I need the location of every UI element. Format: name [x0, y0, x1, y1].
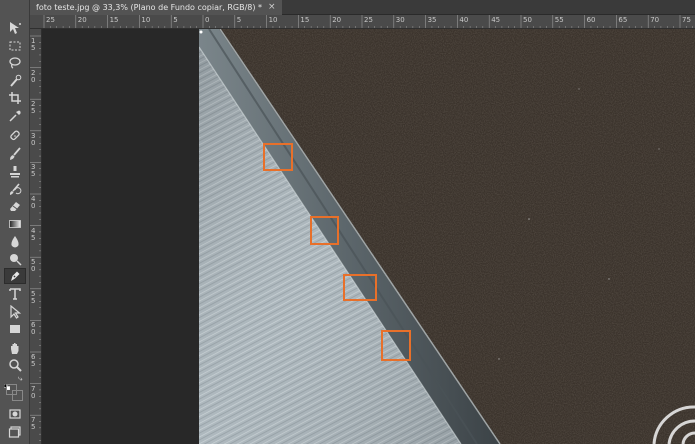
ruler-label: 6 5 — [31, 353, 36, 368]
ruler-label: 40 — [459, 16, 469, 24]
ruler-label: 5 — [173, 16, 178, 24]
path-selection-tool-icon[interactable] — [4, 304, 26, 320]
ruler-label: 1 5 — [31, 37, 36, 52]
document-tab-bar: foto teste.jpg @ 33,3% (Plano de Fundo c… — [30, 0, 695, 15]
spot-healing-brush-icon[interactable] — [4, 128, 26, 144]
type-tool-icon[interactable] — [4, 286, 26, 302]
ruler-label: 55 — [554, 16, 564, 24]
rectangular-marquee-tool-icon[interactable] — [4, 38, 26, 54]
ruler-label: 10 — [141, 16, 151, 24]
history-brush-icon[interactable] — [4, 181, 26, 197]
blur-tool-icon[interactable] — [4, 234, 26, 250]
ruler-label: 7 5 — [31, 416, 36, 432]
ruler-label: 0 — [205, 16, 210, 24]
swap-colors-icon[interactable]: ⤷ — [18, 375, 22, 383]
screen-mode-icon[interactable] — [4, 424, 26, 440]
ruler-label: 3 5 — [31, 163, 36, 179]
ruler-label: 35 — [427, 16, 437, 24]
highlight-box-4 — [381, 330, 411, 361]
eraser-tool-icon[interactable] — [4, 198, 26, 214]
ruler-label: 10 — [268, 16, 278, 24]
pasteboard — [42, 29, 199, 444]
ruler-label: 20 — [332, 16, 342, 24]
highlight-box-2 — [310, 216, 339, 245]
foreground-color-swatch[interactable] — [6, 384, 17, 395]
tools-panel: ⤷ — [0, 0, 30, 444]
ruler-label: 25 — [364, 16, 373, 24]
ruler-label: 6 0 — [31, 321, 36, 337]
crop-tool-icon[interactable] — [4, 90, 26, 106]
pen-tool-icon[interactable] — [4, 268, 26, 284]
ruler-label: 4 0 — [31, 195, 36, 210]
highlight-box-1 — [263, 143, 293, 171]
ruler-label: 20 — [77, 16, 87, 24]
document-tab[interactable]: foto teste.jpg @ 33,3% (Plano de Fundo c… — [30, 0, 282, 15]
horizontal-ruler[interactable]: 25 20 15 10 5 0 5 10 15 20 25 30 35 40 45 50 55 60 65 70 75 — [30, 15, 695, 29]
close-tab-icon[interactable]: × — [268, 0, 276, 15]
gradient-tool-icon[interactable] — [4, 216, 26, 232]
ruler-label: 15 — [300, 16, 310, 24]
zoom-tool-icon[interactable] — [4, 357, 26, 373]
dodge-tool-icon[interactable] — [4, 251, 26, 267]
ruler-label: 3 0 — [31, 131, 36, 147]
rectangle-tool-icon[interactable] — [4, 321, 26, 337]
ruler-label: 50 — [523, 16, 532, 24]
ruler-label: 4 5 — [31, 226, 36, 242]
ruler-label: 45 — [491, 16, 501, 24]
ruler-label: 15 — [109, 16, 119, 24]
photo — [199, 29, 695, 444]
quick-mask-icon[interactable] — [4, 406, 26, 422]
ruler-label: 70 — [650, 16, 660, 24]
ruler-label: 65 — [618, 16, 628, 24]
clone-stamp-tool-icon[interactable] — [4, 164, 26, 180]
ruler-label: 60 — [586, 16, 596, 24]
eyedropper-tool-icon[interactable] — [4, 108, 26, 124]
ruler-label: 25 — [46, 16, 55, 24]
ruler-label: 5 0 — [31, 258, 36, 274]
brush-tool-icon[interactable] — [4, 146, 26, 162]
document-canvas[interactable] — [199, 29, 695, 444]
hand-tool-icon[interactable] — [4, 340, 26, 356]
quick-selection-tool-icon[interactable] — [4, 73, 26, 89]
ruler-label: 75 — [682, 16, 691, 24]
ruler-label: 2 0 — [31, 68, 36, 84]
ruler-label: 7 0 — [31, 384, 36, 400]
default-colors-icon[interactable] — [3, 375, 11, 391]
foreground-background-colors-icon[interactable]: ⤷ — [3, 375, 26, 405]
ruler-label: 30 — [395, 16, 405, 24]
vertical-ruler[interactable]: 1 5 2 0 2 5 3 0 3 5 4 0 4 5 5 0 5 5 6 0 6 5 7 0 7 5 — [30, 29, 42, 444]
highlight-box-3 — [343, 274, 377, 301]
ruler-label: 5 5 — [31, 289, 36, 305]
ruler-label: 5 — [236, 16, 242, 24]
document-tab-title: foto teste.jpg @ 33,3% (Plano de Fundo c… — [36, 3, 263, 12]
ruler-label: 2 5 — [31, 100, 36, 116]
move-tool-icon[interactable] — [4, 20, 26, 36]
lasso-tool-icon[interactable] — [4, 55, 26, 71]
